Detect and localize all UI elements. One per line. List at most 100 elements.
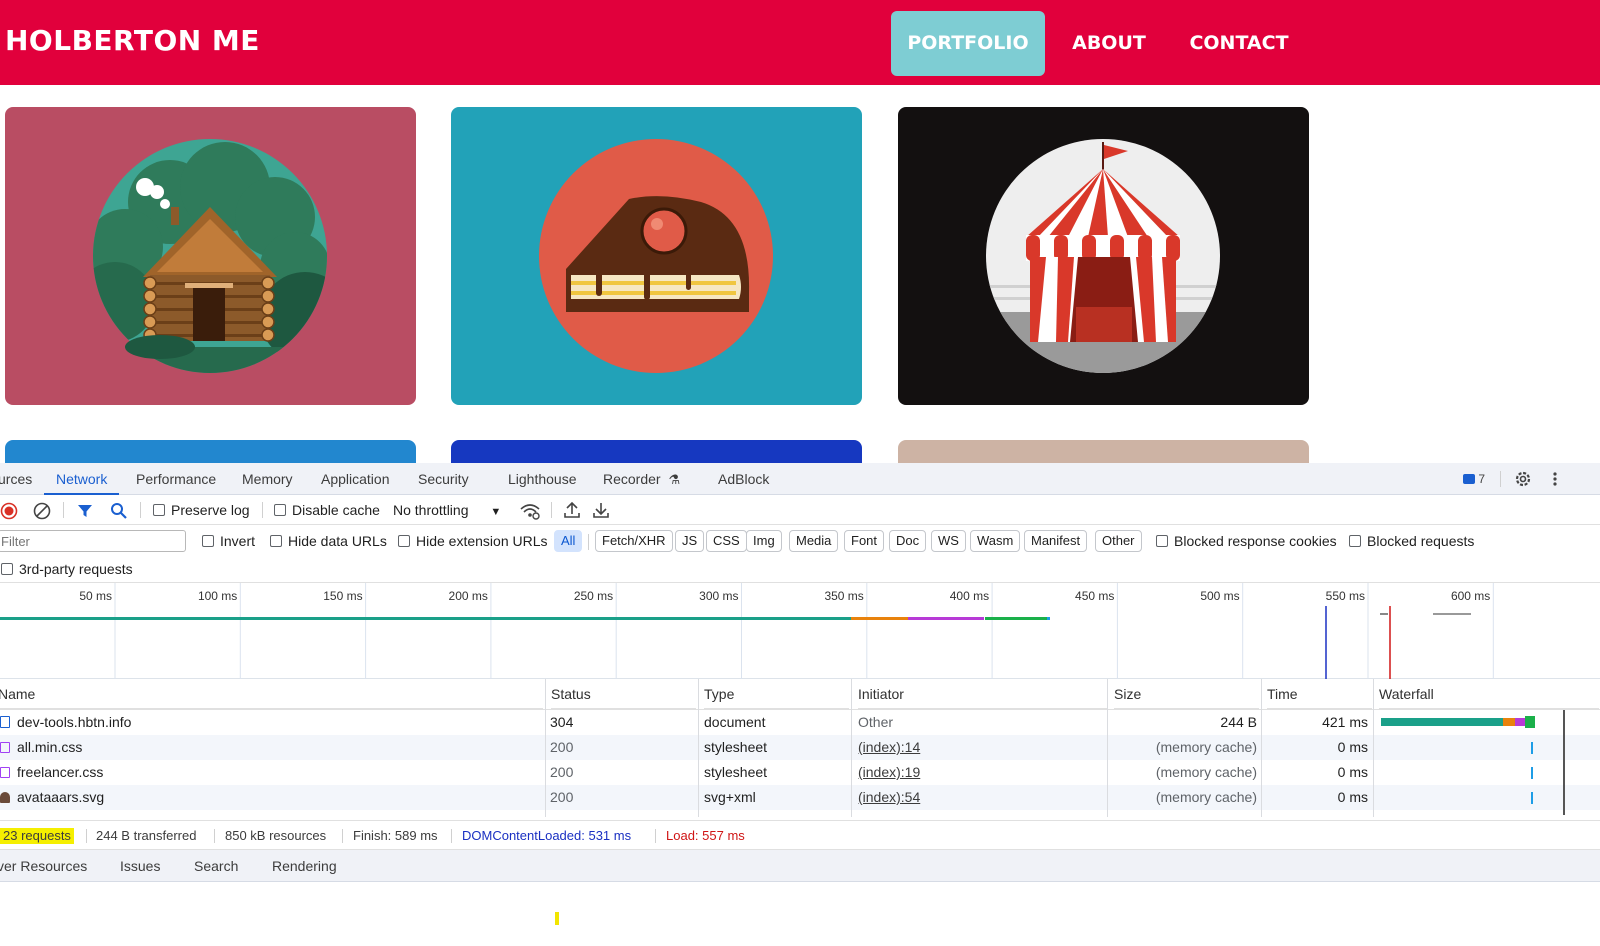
table-row[interactable]: freelancer.css 200 stylesheet (index):19… xyxy=(0,760,1600,785)
tab-application[interactable]: Application xyxy=(321,463,390,495)
hide-data-urls-checkbox[interactable]: Hide data URLs xyxy=(270,530,387,552)
request-initiator-link[interactable]: (index):54 xyxy=(858,785,920,810)
tab-network[interactable]: Network xyxy=(44,463,120,495)
devtools-panel: urces Network Performance Memory Applica… xyxy=(0,463,1600,946)
tab-sources[interactable]: urces xyxy=(0,463,32,495)
request-name: all.min.css xyxy=(17,739,83,755)
timeline-tick-label: 350 ms xyxy=(824,589,863,603)
network-conditions-icon[interactable] xyxy=(519,502,541,520)
drawer-tab-issues[interactable]: Issues xyxy=(120,850,160,882)
waterfall-bar-render xyxy=(1525,716,1535,728)
type-filter-css[interactable]: CSS xyxy=(706,530,747,552)
tab-performance[interactable]: Performance xyxy=(136,463,216,495)
invert-checkbox[interactable]: Invert xyxy=(202,530,255,552)
column-header-time[interactable]: Time xyxy=(1267,679,1372,709)
issues-counter[interactable]: 7 xyxy=(1463,463,1485,495)
preserve-log-label: Preserve log xyxy=(171,502,250,518)
type-filter-all[interactable]: All xyxy=(554,530,583,552)
table-row[interactable]: avataaars.svg 200 svg+xml (index):54 (me… xyxy=(0,785,1600,810)
type-filter-media[interactable]: Media xyxy=(789,530,839,552)
request-initiator-link[interactable]: (index):14 xyxy=(858,735,920,760)
waterfall-scroll-indicator[interactable] xyxy=(1563,710,1565,815)
filter-funnel-icon[interactable] xyxy=(77,503,93,519)
import-har-icon[interactable] xyxy=(564,501,580,519)
separator xyxy=(451,829,452,843)
column-divider xyxy=(1107,679,1108,817)
request-time: 421 ms xyxy=(1322,714,1368,730)
settings-gear-icon[interactable] xyxy=(1514,470,1532,488)
blocked-requests-checkbox[interactable]: Blocked requests xyxy=(1349,530,1474,552)
clear-icon[interactable] xyxy=(33,502,51,520)
portfolio-card-cake[interactable] xyxy=(451,107,862,405)
tab-lighthouse[interactable]: Lighthouse xyxy=(508,463,577,495)
type-filter-js[interactable]: JS xyxy=(675,530,705,552)
waterfall-bar-cache xyxy=(1531,767,1533,779)
circus-tent-illustration xyxy=(898,107,1309,405)
third-party-requests-checkbox[interactable]: 3rd-party requests xyxy=(1,558,133,580)
timeline-tick-label: 550 ms xyxy=(1326,589,1365,603)
type-filter-font[interactable]: Font xyxy=(844,530,885,552)
search-icon[interactable] xyxy=(110,502,128,520)
checkbox-box xyxy=(274,504,286,516)
nav-portfolio[interactable]: PORTFOLIO xyxy=(891,11,1045,76)
disable-cache-label: Disable cache xyxy=(292,502,380,518)
disable-cache-checkbox[interactable]: Disable cache xyxy=(274,495,380,525)
request-size: (memory cache) xyxy=(1155,739,1257,755)
more-options-icon[interactable] xyxy=(1552,471,1558,487)
separator xyxy=(262,502,263,518)
separator xyxy=(140,502,141,518)
filter-input[interactable] xyxy=(0,530,186,552)
table-row[interactable]: all.min.css 200 stylesheet (index):14 (m… xyxy=(0,735,1600,760)
portfolio-card-circus[interactable] xyxy=(898,107,1309,405)
throttling-select[interactable]: No throttling ▼ xyxy=(393,495,501,525)
separator xyxy=(86,829,87,843)
checkbox-box xyxy=(1,563,13,575)
portfolio-card-cabin[interactable] xyxy=(5,107,416,405)
devtools-drawer-tabbar: ver Resources Issues Search Rendering xyxy=(0,850,1600,882)
column-divider xyxy=(1373,679,1374,817)
hide-extension-urls-checkbox[interactable]: Hide extension URLs xyxy=(398,530,548,552)
tab-security[interactable]: Security xyxy=(418,463,469,495)
type-filter-ws[interactable]: WS xyxy=(931,530,966,552)
table-row[interactable]: dev-tools.hbtn.info 304 document Other 2… xyxy=(0,710,1600,735)
type-filter-wasm[interactable]: Wasm xyxy=(970,530,1021,552)
network-overview-timeline[interactable]: 50 ms 100 ms 150 ms 200 ms 250 ms 300 ms 350 m… xyxy=(0,583,1600,679)
drawer-tab-resources[interactable]: ver Resources xyxy=(0,850,87,882)
column-header-initiator[interactable]: Initiator xyxy=(858,679,1108,709)
blocked-response-cookies-checkbox[interactable]: Blocked response cookies xyxy=(1156,530,1337,552)
column-header-status[interactable]: Status xyxy=(551,679,696,709)
tab-adblock[interactable]: AdBlock xyxy=(718,463,769,495)
requests-count: 23 requests xyxy=(0,828,74,844)
request-type: stylesheet xyxy=(704,739,768,755)
timeline-tick-label: 150 ms xyxy=(323,589,362,603)
drawer-tab-search[interactable]: Search xyxy=(194,850,238,882)
tab-recorder[interactable]: Recorder ⚗ xyxy=(603,463,680,495)
nav-about[interactable]: ABOUT xyxy=(1065,11,1153,76)
column-header-size[interactable]: Size xyxy=(1114,679,1259,709)
waterfall-bar-cache xyxy=(1531,792,1533,804)
column-header-name[interactable]: Name xyxy=(0,679,543,709)
site-title[interactable]: HOLBERTON ME xyxy=(5,24,260,57)
type-filter-fetch-xhr[interactable]: Fetch/XHR xyxy=(595,530,673,552)
tab-memory[interactable]: Memory xyxy=(242,463,293,495)
separator xyxy=(588,534,589,550)
column-header-waterfall[interactable]: Waterfall xyxy=(1379,679,1599,709)
transferred-size: 244 B transferred xyxy=(96,828,197,843)
type-filter-img[interactable]: Img xyxy=(746,530,782,552)
column-header-type[interactable]: Type xyxy=(704,679,849,709)
request-initiator-link[interactable]: (index):19 xyxy=(858,760,920,785)
request-type: svg+xml xyxy=(704,789,756,805)
stylesheet-icon xyxy=(0,735,10,760)
preserve-log-checkbox[interactable]: Preserve log xyxy=(153,495,250,525)
request-size: (memory cache) xyxy=(1155,789,1257,805)
drawer-tab-rendering[interactable]: Rendering xyxy=(272,850,337,882)
type-filter-manifest[interactable]: Manifest xyxy=(1024,530,1088,552)
nav-contact[interactable]: CONTACT xyxy=(1180,11,1298,76)
type-filter-other[interactable]: Other xyxy=(1095,530,1142,552)
type-filter-doc[interactable]: Doc xyxy=(889,530,927,552)
export-har-icon[interactable] xyxy=(593,501,609,519)
request-type: stylesheet xyxy=(704,764,768,780)
dropdown-arrow-icon: ▼ xyxy=(490,506,502,518)
record-stop-icon[interactable] xyxy=(0,502,18,520)
request-name: freelancer.css xyxy=(17,764,104,780)
